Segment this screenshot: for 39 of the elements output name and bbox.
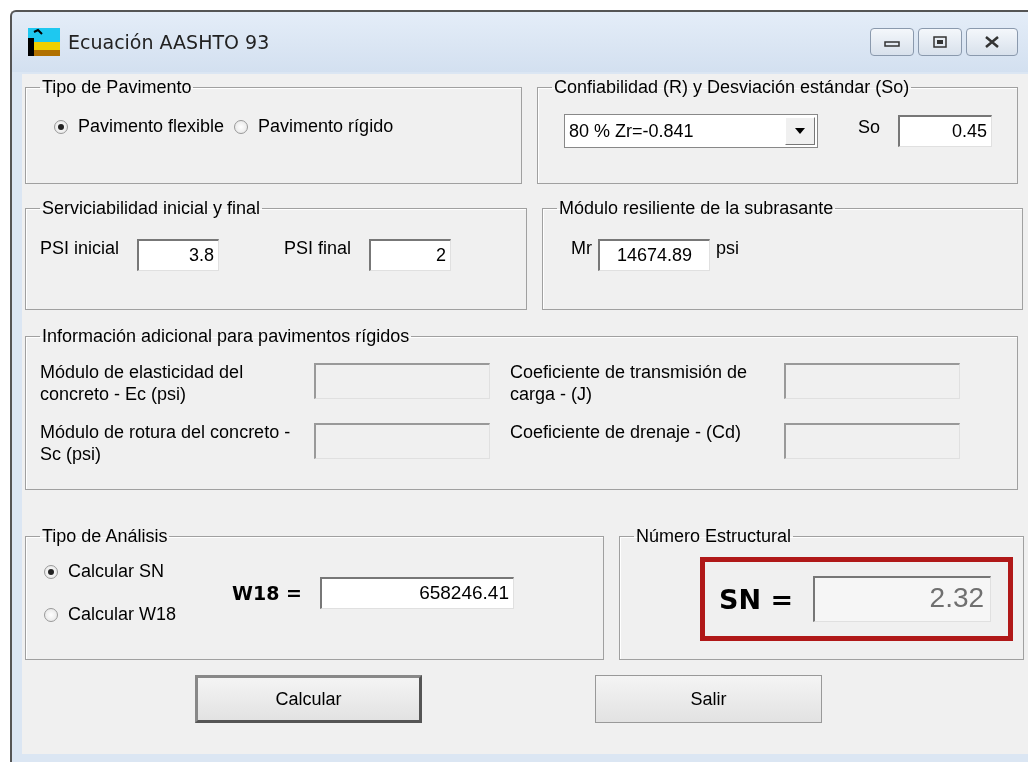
field-label: Coeficiente de transmisión de carga - (J) (510, 361, 749, 405)
input-field[interactable]: 3.8 (137, 239, 220, 271)
restore-icon (932, 35, 948, 49)
app-icon (28, 28, 60, 56)
field-label: Módulo de rotura del concreto - Sc (psi) (40, 421, 292, 465)
radio-option[interactable]: Calcular W18 (44, 604, 177, 625)
dialog-button[interactable]: Salir (595, 675, 822, 723)
group-title: Módulo resiliente de la subrasante (558, 198, 835, 219)
field-label: PSI inicial (40, 237, 120, 259)
radio-option[interactable]: Calcular SN (44, 561, 177, 582)
radio-option[interactable]: Pavimento flexible (54, 116, 225, 137)
field-label: SN = (719, 583, 794, 615)
window-title: Ecuación AASHTO 93 (68, 31, 270, 53)
input-field[interactable]: 0.45 (898, 115, 993, 147)
close-icon (983, 35, 1001, 49)
field-label: Módulo de elasticidad del concreto - Ec (psi) (40, 361, 245, 405)
restore-button[interactable] (918, 28, 962, 56)
reliability-dropdown[interactable]: 80 % Zr=-0.841 (564, 114, 818, 148)
unit-label: psi (716, 237, 740, 259)
output-field: 2.32 (813, 576, 992, 622)
input-field[interactable]: 14674.89 (598, 239, 711, 271)
group-title: Número Estructural (635, 526, 793, 547)
group-title: Tipo de Análisis (41, 526, 169, 547)
group-title: Confiabilidad (R) y Desviación estándar (So) (553, 77, 911, 98)
field-label: PSI final (284, 237, 352, 259)
caret-icon (794, 127, 806, 135)
field-label: W18 = (232, 582, 302, 604)
field-label: So (858, 116, 881, 138)
group-title: Tipo de Pavimento (41, 77, 193, 98)
radio-option[interactable]: Pavimento rígido (234, 116, 394, 137)
group-title: Serviciabilidad inicial y final (41, 198, 262, 219)
minimize-button[interactable] (870, 28, 914, 56)
close-button[interactable] (966, 28, 1018, 56)
field-label: Mr (571, 237, 593, 259)
dialog-button[interactable]: Calcular (195, 675, 422, 723)
input-field[interactable]: 2 (369, 239, 452, 271)
input-field[interactable]: 658246.41 (320, 577, 514, 609)
group-title: Información adicional para pavimentos rígidos (41, 326, 411, 347)
field-label: Coeficiente de drenaje - (Cd) (510, 421, 743, 443)
